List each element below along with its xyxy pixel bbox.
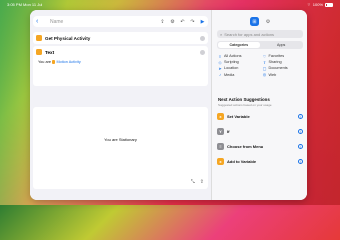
play-icon[interactable]: ▶ <box>200 19 205 25</box>
remove-action-icon[interactable] <box>200 49 205 55</box>
action-text-header: Text <box>33 46 208 58</box>
editor-toolbar: ‹ Name ⇪ ⚙ ↶ ↷ ▶ <box>33 16 208 27</box>
category-grid: ≡ All Actions ♡ Favorites ◇ Scripting ⇪ Shar… <box>218 53 305 78</box>
category-segmented-control: Categories Apps <box>217 41 303 49</box>
toolbar-icons: ⇪ ⚙ ↶ ↷ ▶ <box>160 19 205 25</box>
segment-categories[interactable]: Categories <box>217 41 260 49</box>
suggestion-add-to-variable[interactable]: x Add to Variable i <box>217 155 303 168</box>
output-text: You are Stationary <box>104 137 137 142</box>
category-location[interactable]: ➤ Location <box>218 65 260 71</box>
info-icon[interactable]: i <box>298 144 303 149</box>
search-field[interactable]: ⌕ Search for apps and actions <box>217 30 303 38</box>
sidebar-content: ⊞ ⚙ ⌕ Search for apps and actions Catego… <box>212 10 307 200</box>
suggestion-choose-from-menu[interactable]: ≡ Choose from Menu i <box>217 140 303 153</box>
list-icon: ≡ <box>218 53 222 59</box>
shortcuts-window: ‹ Name ⇪ ⚙ ↶ ↷ ▶ Get Physical Activity T… <box>30 10 307 200</box>
document-icon: ▢ <box>262 65 267 71</box>
share-icon[interactable]: ⇪ <box>160 19 165 25</box>
action-get-physical-activity[interactable]: Get Physical Activity <box>33 32 208 44</box>
x-icon: x <box>217 158 224 165</box>
info-icon[interactable]: i <box>298 114 303 119</box>
action-text[interactable]: Text You are Motion Activity <box>33 46 208 86</box>
wifi-icon: ⌔ <box>307 1 311 7</box>
location-icon: ➤ <box>218 65 222 71</box>
category-sharing[interactable]: ⇪ Sharing <box>262 59 305 65</box>
share-icon[interactable]: ⇪ <box>200 179 204 185</box>
music-icon: ♪ <box>219 72 221 78</box>
next-action-title: Next Action Suggestions <box>218 97 270 102</box>
variable-icon <box>51 60 56 64</box>
search-icon: ⌕ <box>220 31 223 37</box>
segment-apps[interactable]: Apps <box>260 42 302 49</box>
suggestion-if[interactable]: Y If i <box>217 125 303 138</box>
variable-token[interactable]: Motion Activity <box>51 60 81 64</box>
shortcut-editor: ‹ Name ⇪ ⚙ ↶ ↷ ▶ Get Physical Activity T… <box>30 10 211 200</box>
info-icon[interactable]: i <box>298 159 303 164</box>
output-icons: ⤡ ⇪ <box>191 179 204 185</box>
status-indicators: ⌔ 100% <box>307 2 333 8</box>
next-action-subtitle: Suggested actions based on your usage <box>218 103 272 107</box>
suggestion-set-variable[interactable]: x Set Variable i <box>217 110 303 123</box>
text-icon <box>36 49 42 55</box>
status-time: 3:05 PM Mon 11 Jul <box>7 2 43 7</box>
category-media[interactable]: ♪ Media <box>218 72 260 78</box>
menu-icon: ≡ <box>217 143 224 150</box>
actions-tab-icon[interactable]: ⊞ <box>250 17 259 26</box>
branch-icon: Y <box>217 128 224 135</box>
category-all-actions[interactable]: ≡ All Actions <box>218 53 260 59</box>
text-action-body[interactable]: You are Motion Activity <box>33 60 208 64</box>
action-library-sidebar: ⊞ ⚙ ⌕ Search for apps and actions Catego… <box>211 10 307 200</box>
category-documents[interactable]: ▢ Documents <box>262 65 305 71</box>
info-tab-icon[interactable]: ⚙ <box>265 19 271 25</box>
output-preview: You are Stationary ⤡ ⇪ <box>33 107 208 189</box>
info-icon[interactable]: i <box>298 129 303 134</box>
activity-icon <box>36 35 42 41</box>
chevron-left-icon[interactable]: ‹ <box>36 18 42 25</box>
undo-icon[interactable]: ↶ <box>180 19 185 25</box>
share-icon: ⇪ <box>262 59 267 65</box>
x-icon: x <box>217 113 224 120</box>
compass-icon: ◎ <box>262 72 267 78</box>
settings-icon[interactable]: ⚙ <box>170 19 175 25</box>
category-web[interactable]: ◎ Web <box>262 72 305 78</box>
category-favorites[interactable]: ♡ Favorites <box>262 53 305 59</box>
expand-icon[interactable]: ⤡ <box>191 179 195 185</box>
shortcut-name-field[interactable]: Name <box>50 19 160 25</box>
redo-icon[interactable]: ↷ <box>190 19 195 25</box>
sidebar-tabs: ⊞ ⚙ <box>250 17 271 26</box>
battery-icon <box>325 2 333 7</box>
heart-icon: ♡ <box>262 53 267 59</box>
category-scripting[interactable]: ◇ Scripting <box>218 59 260 65</box>
remove-action-icon[interactable] <box>200 35 205 41</box>
scripting-icon: ◇ <box>218 59 222 65</box>
status-bar: 3:05 PM Mon 11 Jul ⌔ 100% <box>0 0 340 9</box>
